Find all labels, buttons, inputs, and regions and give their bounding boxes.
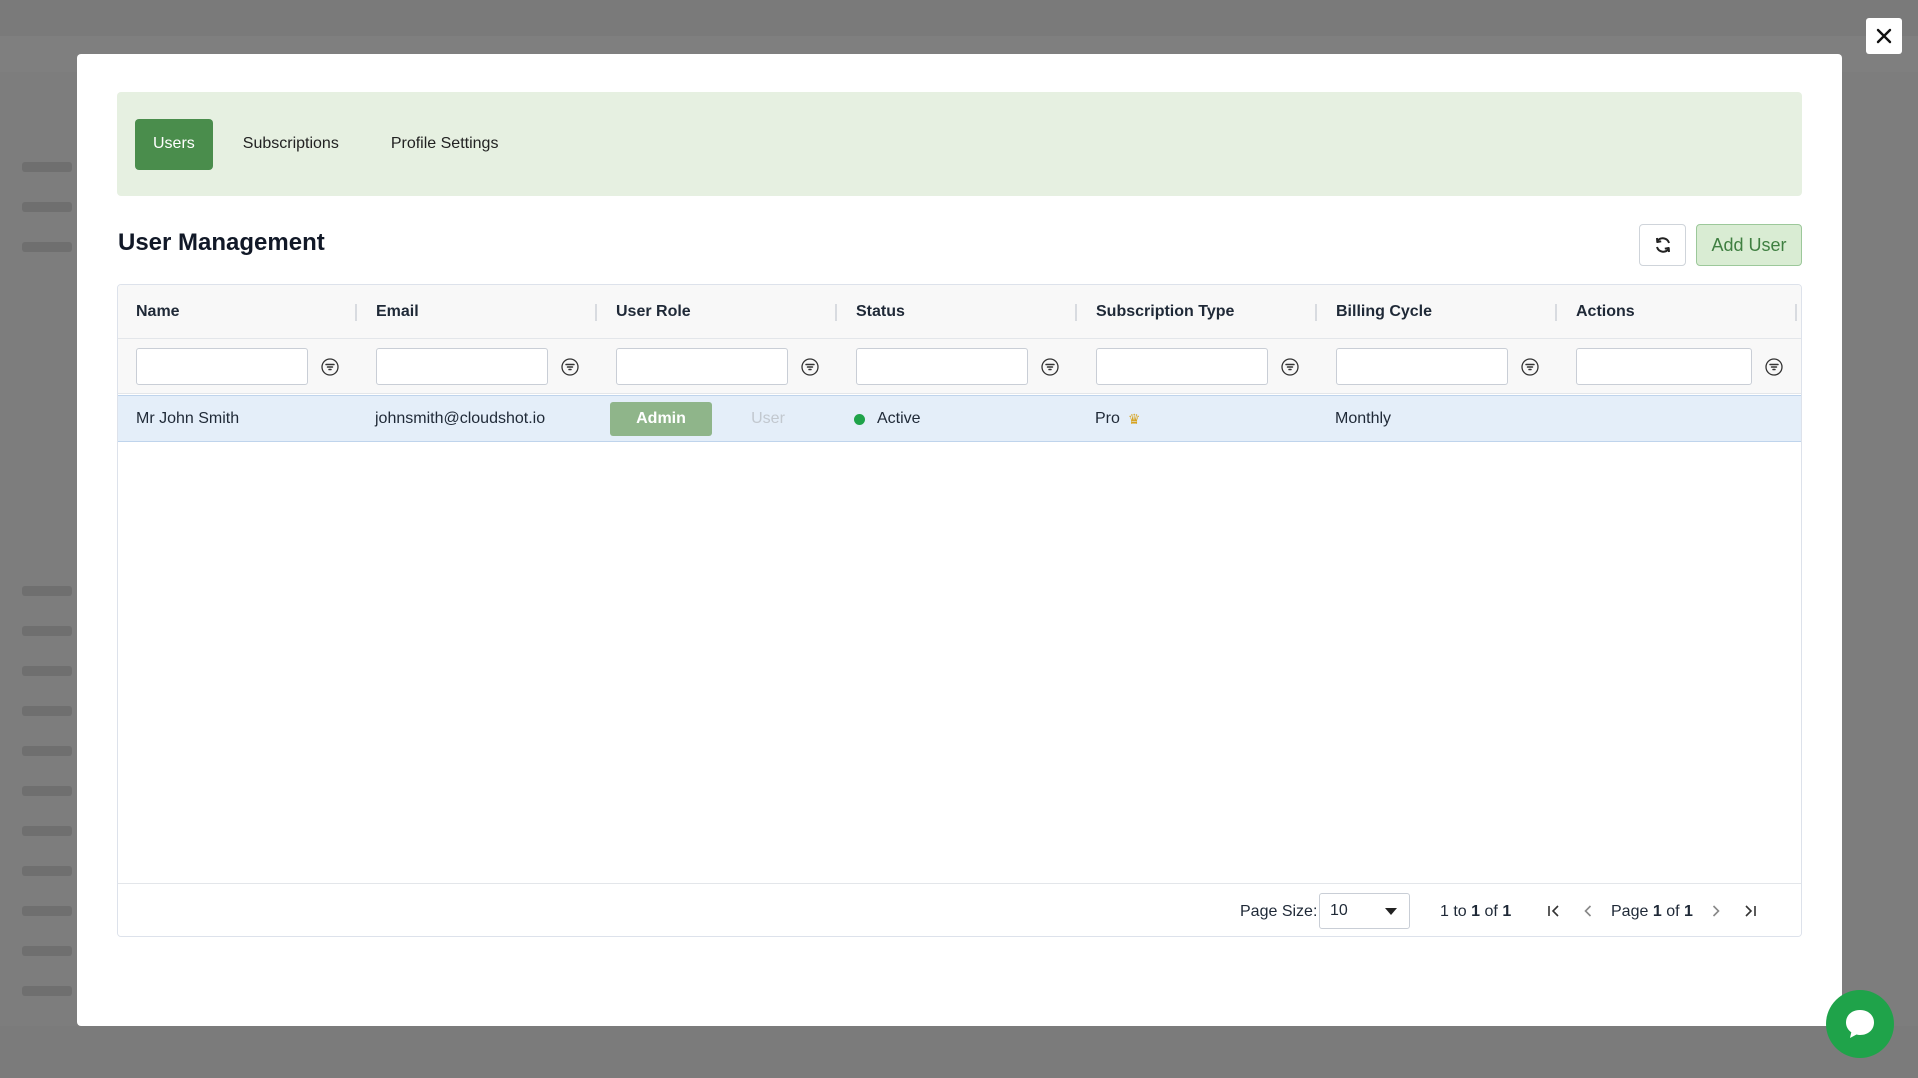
first-page-button[interactable] [1541, 898, 1567, 924]
close-icon [1876, 28, 1892, 44]
filter-icon[interactable] [1765, 358, 1783, 376]
previous-page-button[interactable] [1575, 898, 1601, 924]
caret-down-icon [1385, 908, 1397, 915]
chat-bubble-icon [1846, 1010, 1874, 1038]
table-header: Name Email User Role Status Subscription… [118, 285, 1801, 339]
last-page-icon [1745, 905, 1756, 917]
tab-profile-settings[interactable]: Profile Settings [369, 119, 521, 170]
next-page-button[interactable] [1703, 898, 1729, 924]
column-header-actions[interactable]: Actions [1558, 285, 1635, 339]
background-sidebar [0, 90, 78, 1050]
first-page-icon [1548, 905, 1559, 917]
page-indicator: Page 1 of 1 [1611, 902, 1693, 920]
column-header-user-role[interactable]: User Role [598, 285, 691, 339]
refresh-icon [1655, 237, 1670, 253]
column-header-billing-cycle[interactable]: Billing Cycle [1318, 285, 1432, 339]
filter-icon[interactable] [1281, 358, 1299, 376]
row-range-summary: 1 to 1 of 1 [1440, 902, 1512, 920]
filter-icon[interactable] [1041, 358, 1059, 376]
crown-icon: ♛ [1127, 410, 1141, 427]
subscription-type-filter-input[interactable] [1096, 348, 1268, 385]
cell-status: Active [854, 396, 921, 442]
user-management-modal: Users Subscriptions Profile Settings Use… [77, 54, 1842, 1026]
users-table: Name Email User Role Status Subscription… [117, 284, 1802, 937]
page-size-select[interactable]: 10 [1319, 893, 1410, 929]
subscription-label: Pro [1095, 410, 1120, 427]
status-filter-input[interactable] [856, 348, 1028, 385]
filter-row [118, 339, 1801, 394]
tab-users[interactable]: Users [135, 118, 213, 170]
column-header-email[interactable]: Email [358, 285, 419, 339]
refresh-button[interactable] [1639, 224, 1686, 266]
filter-icon[interactable] [1521, 358, 1539, 376]
pagination-bar: Page Size: 10 1 to 1 of 1 Page 1 of 1 [118, 883, 1801, 936]
cell-billing-cycle: Monthly [1335, 410, 1392, 427]
chevron-left-icon [1584, 905, 1592, 917]
chat-widget-button[interactable] [1826, 990, 1894, 1058]
column-header-name[interactable]: Name [118, 285, 180, 339]
page-title: User Management [118, 229, 325, 256]
cell-name: Mr John Smith [136, 410, 240, 427]
status-label: Active [877, 410, 921, 427]
user-role-filter-input[interactable] [616, 348, 788, 385]
billing-cycle-filter-input[interactable] [1336, 348, 1508, 385]
column-header-status[interactable]: Status [838, 285, 905, 339]
chevron-right-icon [1712, 905, 1720, 917]
page-size-value: 10 [1330, 902, 1348, 919]
filter-icon[interactable] [801, 358, 819, 376]
status-active-dot [854, 413, 865, 425]
filter-icon[interactable] [561, 358, 579, 376]
cell-email: johnsmith@cloudshot.io [375, 410, 546, 427]
role-user-button[interactable]: User [722, 402, 814, 436]
close-modal-button[interactable] [1866, 18, 1902, 54]
cell-subscription: Pro ♛ [1095, 396, 1140, 442]
background-menubar [0, 0, 1918, 36]
filter-icon[interactable] [321, 358, 339, 376]
last-page-button[interactable] [1737, 898, 1763, 924]
background-statusbar [0, 1026, 1918, 1078]
add-user-button[interactable]: Add User [1696, 224, 1802, 266]
email-filter-input[interactable] [376, 348, 548, 385]
name-filter-input[interactable] [136, 348, 308, 385]
tab-subscriptions[interactable]: Subscriptions [221, 119, 361, 170]
role-admin-button[interactable]: Admin [610, 402, 712, 436]
actions-filter-input[interactable] [1576, 348, 1752, 385]
table-row[interactable]: Mr John Smith johnsmith@cloudshot.io Adm… [118, 395, 1801, 442]
tab-bar: Users Subscriptions Profile Settings [117, 92, 1802, 196]
column-header-subscription-type[interactable]: Subscription Type [1078, 285, 1234, 339]
page-size-label: Page Size: [1240, 902, 1318, 920]
